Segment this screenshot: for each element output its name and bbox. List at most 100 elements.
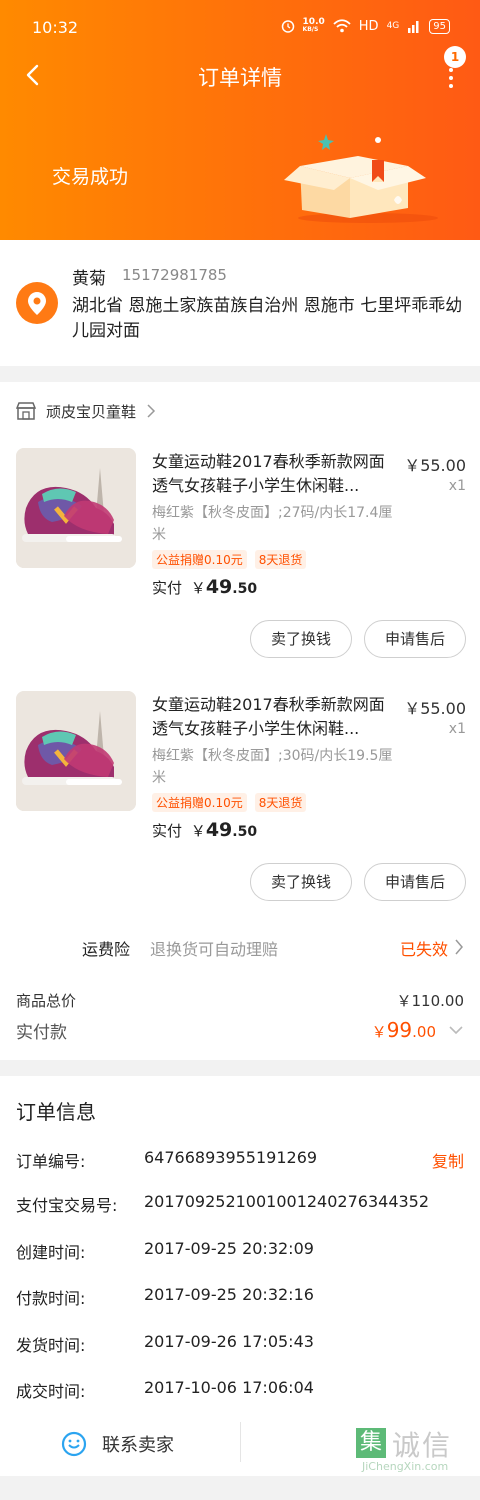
product-price: ￥55.00 xyxy=(404,699,466,718)
chat-smile-icon xyxy=(61,1431,87,1457)
product-sku: 梅红紫【秋冬皮面】;30码/内长19.5厘米 xyxy=(152,748,393,786)
shop-order-card: 顽皮宝贝童鞋 女童运动鞋2017春秋季新款网面透气女孩鞋子小学生休闲鞋... ￥… xyxy=(0,382,480,1060)
order-info-title: 订单信息 xyxy=(16,1100,96,1124)
after-sales-button[interactable]: 申请售后 xyxy=(364,620,466,658)
signal-icon xyxy=(408,21,419,33)
product-thumbnail[interactable] xyxy=(16,691,136,811)
charity-tag: 公益捐赠0.10元 xyxy=(152,550,247,569)
chevron-right-icon xyxy=(147,404,156,418)
alarm-icon xyxy=(281,20,294,33)
signal-label: 4G xyxy=(386,21,400,31)
info-value: 2017-09-26 17:05:43 xyxy=(144,1332,314,1351)
info-key: 付款时间: xyxy=(16,1289,86,1308)
status-bar: 10:32 10.0 KB/S HD 4G 95 xyxy=(0,0,480,58)
copy-button[interactable]: 复制 xyxy=(432,1148,464,1172)
contact-seller-button[interactable]: 联系卖家 xyxy=(60,1428,174,1460)
goods-total-row: 商品总价 ￥110.00 xyxy=(16,990,464,1011)
location-pin-icon xyxy=(16,282,58,324)
paid-currency: ￥ xyxy=(190,822,206,840)
after-sales-button[interactable]: 申请售后 xyxy=(364,863,466,901)
info-key: 成交时间: xyxy=(16,1382,86,1401)
insurance-label: 运费险 xyxy=(82,940,131,959)
alipay-trade-row: 支付宝交易号: 2017092521001001240276344352 xyxy=(16,1192,464,1216)
status-time: 10:32 xyxy=(32,18,79,37)
paid-currency: ￥ xyxy=(190,579,206,597)
recipient-name: 黄菊 xyxy=(72,269,106,289)
sell-for-cash-button[interactable]: 卖了换钱 xyxy=(250,620,352,658)
paid-amount: 实付 ￥49.50 xyxy=(152,576,257,598)
watermark-logo: 集 xyxy=(356,1428,386,1458)
site-watermark: 集 诚信 JiChengXin.com xyxy=(356,1424,476,1474)
paid-amount: 实付 ￥49.50 xyxy=(152,819,257,841)
info-value: 2017-09-25 20:32:09 xyxy=(144,1239,314,1258)
return-policy-tag: 8天退货 xyxy=(254,550,307,569)
created-time-row: 创建时间: 2017-09-25 20:32:09 xyxy=(16,1239,464,1263)
actual-payment-label: 实付款 xyxy=(16,1023,67,1043)
paid-label: 实付 xyxy=(152,579,183,597)
product-title[interactable]: 女童运动鞋2017春秋季新款网面透气女孩鞋子小学生休闲鞋... xyxy=(152,450,394,498)
paid-decimal: .50 xyxy=(232,824,258,840)
recipient-phone: 15172981785 xyxy=(122,266,227,284)
trade-status-text: 交易成功 xyxy=(52,166,129,188)
paid-integer: 49 xyxy=(205,576,233,598)
shop-icon xyxy=(16,402,36,420)
goods-total-value: ￥110.00 xyxy=(396,992,465,1010)
info-key: 订单编号: xyxy=(16,1152,86,1171)
product-tags: 公益捐赠0.10元 8天退货 xyxy=(152,793,307,812)
item-actions: 卖了换钱 申请售后 xyxy=(250,863,466,901)
shipping-insurance-row[interactable]: 运费险 退换货可自动理赔 已失效 xyxy=(0,930,480,966)
info-value: 2017-10-06 17:06:04 xyxy=(144,1378,314,1397)
info-key: 支付宝交易号: xyxy=(16,1196,118,1215)
charity-tag: 公益捐赠0.10元 xyxy=(152,793,247,812)
insurance-desc: 退换货可自动理赔 xyxy=(150,940,279,959)
address-detail: 湖北省 恩施土家族苗族自治州 恩施市 七里坪乖乖幼儿园对面 xyxy=(72,296,463,341)
info-value: 64766893955191269 xyxy=(144,1148,318,1167)
shipping-address[interactable]: 黄菊 15172981785 湖北省 恩施土家族苗族自治州 恩施市 七里坪乖乖幼… xyxy=(0,240,480,366)
item-actions: 卖了换钱 申请售后 xyxy=(250,620,466,658)
sell-for-cash-button[interactable]: 卖了换钱 xyxy=(250,863,352,901)
product-tags: 公益捐赠0.10元 8天退货 xyxy=(152,550,307,569)
info-key: 发货时间: xyxy=(16,1336,86,1355)
chevron-down-icon[interactable] xyxy=(448,1024,464,1036)
message-badge: 1 xyxy=(444,46,466,68)
completed-time-row: 成交时间: 2017-10-06 17:06:04 xyxy=(16,1378,464,1402)
contact-seller-label: 联系卖家 xyxy=(102,1435,174,1456)
product-sku: 梅红紫【秋冬皮面】;27码/内长17.4厘米 xyxy=(152,505,393,543)
product-quantity: x1 xyxy=(448,478,466,494)
more-menu-icon[interactable] xyxy=(444,64,458,96)
goods-item[interactable]: 女童运动鞋2017春秋季新款网面透气女孩鞋子小学生休闲鞋... ￥55.00 x… xyxy=(0,444,480,684)
battery-icon: 95 xyxy=(429,18,450,34)
return-policy-tag: 8天退货 xyxy=(254,793,307,812)
watermark-url: JiChengXin.com xyxy=(362,1460,449,1473)
actual-payment-value: ￥99.00 xyxy=(371,1018,436,1042)
watermark-text: 诚信 xyxy=(392,1429,453,1462)
paid-decimal: .50 xyxy=(232,581,258,597)
nav-bar: 订单详情 1 xyxy=(0,46,480,100)
shop-name: 顽皮宝贝童鞋 xyxy=(46,402,137,421)
goods-item[interactable]: 女童运动鞋2017春秋季新款网面透气女孩鞋子小学生休闲鞋... ￥55.00 x… xyxy=(0,687,480,927)
wifi-icon xyxy=(333,19,351,33)
page-title: 订单详情 xyxy=(198,66,282,90)
goods-total-label: 商品总价 xyxy=(16,992,77,1010)
shipped-time-row: 发货时间: 2017-09-26 17:05:43 xyxy=(16,1332,464,1356)
parcel-box-icon xyxy=(284,134,438,223)
paid-label: 实付 xyxy=(152,822,183,840)
status-icons: 10.0 KB/S HD 4G 95 xyxy=(281,18,450,34)
hd-label: HD xyxy=(358,18,379,34)
order-header: 10:32 10.0 KB/S HD 4G 95 订单详情 1 交易成功 xyxy=(0,0,480,240)
product-quantity: x1 xyxy=(448,721,466,737)
shop-header[interactable]: 顽皮宝贝童鞋 xyxy=(16,398,156,424)
product-title[interactable]: 女童运动鞋2017春秋季新款网面透气女孩鞋子小学生休闲鞋... xyxy=(152,693,394,741)
info-key: 创建时间: xyxy=(16,1243,86,1262)
product-price: ￥55.00 xyxy=(404,456,466,475)
info-value: 2017092521001001240276344352 xyxy=(144,1192,430,1211)
paid-integer: 49 xyxy=(205,819,233,841)
order-number-row: 订单编号: 64766893955191269 复制 xyxy=(16,1148,464,1172)
footer-divider xyxy=(240,1422,241,1462)
chevron-right-icon xyxy=(455,939,463,955)
info-value: 2017-09-25 20:32:16 xyxy=(144,1285,314,1304)
actual-payment-row[interactable]: 实付款 ￥99.00 xyxy=(16,1018,464,1043)
product-thumbnail[interactable] xyxy=(16,448,136,568)
order-info-card: 订单信息 订单编号: 64766893955191269 复制 支付宝交易号: … xyxy=(0,1076,480,1476)
insurance-status: 已失效 xyxy=(399,940,448,959)
